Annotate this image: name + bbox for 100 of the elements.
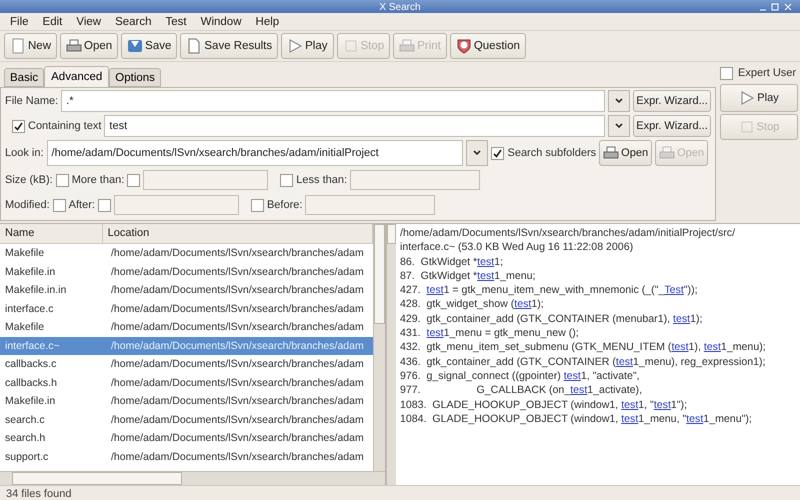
input-field[interactable] <box>143 170 268 190</box>
open-button[interactable]: Open <box>599 140 652 166</box>
table-cell-text: Makefile.in.in <box>4 284 68 296</box>
menu-item[interactable]: Test <box>166 16 187 28</box>
table-cell-text: /home/adam/Documents/lSvn/xsearch/branches/adam <box>110 376 365 389</box>
file-row[interactable]: search.c /home/adam/Documents/lSvn/xsearch/branches/adam <box>0 410 373 429</box>
match-link[interactable]: test <box>477 256 494 268</box>
column-header[interactable]: Name <box>0 224 103 243</box>
match-link[interactable]: test <box>426 327 444 340</box>
match-link[interactable]: test <box>477 270 494 282</box>
table-cell-text: search.c <box>4 414 46 426</box>
match-link[interactable]: test <box>570 384 588 396</box>
field-label: After: <box>68 199 95 211</box>
code-line: 1084. GLADE_HOOKUP_OBJECT (window1, test1_menu, "test1_menu"); <box>400 412 753 426</box>
toolbar-button[interactable]: Question <box>450 33 526 59</box>
input-field[interactable] <box>114 195 239 215</box>
input-field[interactable]: .* <box>61 90 605 112</box>
dropdown-button[interactable] <box>608 115 630 137</box>
file-row[interactable]: support.c /home/adam/Documents/lSvn/xsearch/branches/adam <box>0 448 373 466</box>
checkbox[interactable] <box>98 198 111 212</box>
checkbox[interactable] <box>250 198 264 212</box>
checkbox[interactable] <box>720 66 733 80</box>
match-link[interactable]: Test <box>664 284 684 296</box>
file-row[interactable]: interface.c /home/adam/Documents/lSvn/xsearch/branches/adam <box>0 300 373 318</box>
file-row[interactable]: callbacks.h /home/adam/Documents/lSvn/xsearch/branches/adam <box>0 374 373 392</box>
document-icon <box>186 38 202 54</box>
field-label: Size (kB): <box>5 174 53 186</box>
input-field[interactable] <box>305 195 436 215</box>
match-link[interactable]: test <box>654 398 671 411</box>
stop-icon <box>342 38 359 54</box>
match-link[interactable]: test <box>564 370 581 382</box>
wizard-button[interactable]: Expr. Wizard... <box>633 90 711 112</box>
input-field[interactable]: test <box>104 115 605 137</box>
checkbox[interactable] <box>491 146 504 160</box>
tab[interactable]: Basic <box>4 68 44 87</box>
play-button[interactable]: Play <box>720 84 798 112</box>
table-cell-text: interface.c <box>4 302 54 315</box>
field-label: Before: <box>266 199 302 211</box>
toolbar-button[interactable]: Open <box>60 33 118 59</box>
dropdown-button[interactable] <box>466 140 488 166</box>
checkbox[interactable] <box>127 174 140 186</box>
file-row[interactable]: callbacks.c /home/adam/Documents/lSvn/xsearch/branches/adam <box>0 355 373 374</box>
menu-item[interactable]: Search <box>115 16 152 28</box>
match-link[interactable]: test <box>686 412 704 425</box>
field-label: File Name: <box>5 95 58 107</box>
tab[interactable]: Advanced <box>44 66 110 87</box>
match-link[interactable]: test <box>704 341 721 354</box>
code-line: 427. test1 = gtk_menu_item_new_with_mnemonic (_("_Test")); <box>400 283 699 298</box>
dropdown-button[interactable] <box>608 90 630 112</box>
file-row[interactable]: Makefile.in.in /home/adam/Documents/lSvn/xsearch/branches/adam <box>0 281 373 300</box>
field-label: Look in: <box>5 147 44 159</box>
input-field[interactable]: /home/adam/Documents/lSvn/xsearch/branches/adam/initialProject <box>46 140 464 166</box>
play-icon <box>739 90 756 106</box>
match-link[interactable]: test <box>671 341 689 354</box>
file-row[interactable]: Makefile.in /home/adam/Documents/lSvn/xsearch/branches/adam <box>0 262 373 281</box>
menu-item[interactable]: File <box>10 16 29 28</box>
menu-item[interactable]: Window <box>200 16 242 28</box>
code-line: 431. test1_menu = gtk_menu_new (); <box>400 326 580 340</box>
toolbar-button[interactable]: New <box>4 33 58 59</box>
stop-icon <box>738 119 755 135</box>
file-info: interface.c~ (53.0 KB Wed Aug 16 11:22:08 2006) <box>400 240 634 255</box>
file-row[interactable]: Makefile.in /home/adam/Documents/lSvn/xsearch/branches/adam <box>0 392 373 410</box>
match-link[interactable]: test <box>616 356 633 368</box>
match-link[interactable]: test <box>673 312 690 325</box>
match-link[interactable]: test <box>514 298 532 310</box>
checkbox[interactable] <box>52 198 66 212</box>
input-field[interactable] <box>350 170 480 190</box>
tab[interactable]: Options <box>109 68 161 87</box>
checkbox-label: Expert User <box>738 67 796 79</box>
table-cell-text: /home/adam/Documents/lSvn/xsearch/branches/adam <box>110 358 365 370</box>
toolbar-button[interactable]: Save <box>121 33 178 59</box>
window-controls-icon[interactable] <box>758 2 794 12</box>
menu-item[interactable]: Edit <box>42 16 62 28</box>
scrollbar[interactable] <box>0 471 385 485</box>
code-line: 429. gtk_container_add (GTK_CONTAINER (menubar1), test1); <box>400 312 704 326</box>
table-cell-text: callbacks.h <box>4 376 58 389</box>
document-icon <box>10 38 26 54</box>
checkbox-label: Containing text <box>28 120 102 132</box>
table-cell-text: /home/adam/Documents/lSvn/xsearch/branches/adam <box>110 450 365 463</box>
toolbar-button[interactable]: Save Results <box>180 33 278 59</box>
printer-icon <box>66 38 82 54</box>
file-row[interactable]: search.h /home/adam/Documents/lSvn/xsearch/branches/adam <box>0 429 373 448</box>
table-cell-text: /home/adam/Documents/lSvn/xsearch/branches/adam <box>110 340 365 352</box>
code-line: 428. gtk_widget_show (test1); <box>400 297 545 312</box>
match-link[interactable]: test <box>621 398 638 411</box>
scrollbar[interactable] <box>386 224 396 485</box>
checkbox[interactable] <box>56 174 69 186</box>
scrollbar[interactable] <box>373 224 385 471</box>
file-row[interactable]: Makefile /home/adam/Documents/lSvn/xsearch/branches/adam <box>0 318 373 336</box>
file-row[interactable]: Makefile /home/adam/Documents/lSvn/xsearch/branches/adam <box>0 244 373 262</box>
toolbar-button[interactable]: Play <box>281 33 334 59</box>
match-link[interactable]: test <box>621 412 638 425</box>
match-link[interactable]: test <box>426 284 444 296</box>
wizard-button[interactable]: Expr. Wizard... <box>633 115 711 137</box>
menu-item[interactable]: Help <box>256 16 280 28</box>
code-line: 436. gtk_container_add (GTK_CONTAINER (test1_menu), reg_expression1); <box>400 354 766 369</box>
menu-item[interactable]: View <box>76 16 102 28</box>
checkbox[interactable] <box>12 120 25 132</box>
checkbox[interactable] <box>280 174 294 186</box>
table-cell-text: /home/adam/Documents/lSvn/xsearch/branches/adam <box>110 302 365 315</box>
